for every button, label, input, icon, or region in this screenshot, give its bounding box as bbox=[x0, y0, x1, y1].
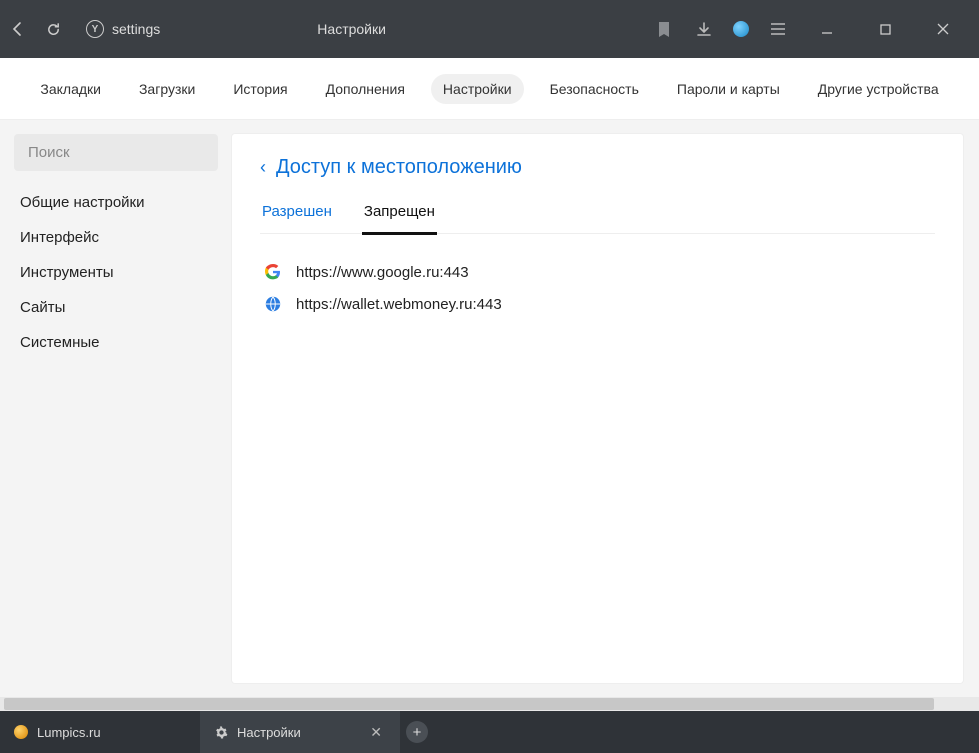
nav-addons[interactable]: Дополнения bbox=[314, 74, 417, 104]
horizontal-scrollbar[interactable] bbox=[0, 697, 979, 711]
search-input[interactable]: Поиск bbox=[14, 134, 218, 171]
site-row[interactable]: https://www.google.ru:443 bbox=[260, 256, 935, 288]
content-title: Доступ к местоположению bbox=[276, 156, 522, 179]
nav-settings[interactable]: Настройки bbox=[431, 74, 524, 104]
nav-bookmarks[interactable]: Закладки bbox=[28, 74, 113, 104]
minimize-button[interactable] bbox=[807, 14, 847, 44]
site-url: https://wallet.webmoney.ru:443 bbox=[296, 296, 502, 313]
google-icon bbox=[264, 263, 282, 281]
sidebar-item-system[interactable]: Системные bbox=[14, 325, 218, 360]
sidebar-item-sites[interactable]: Сайты bbox=[14, 290, 218, 325]
browser-tab[interactable]: Настройки ✕ bbox=[200, 711, 400, 753]
title-bar: Y settings Настройки bbox=[0, 0, 979, 58]
titlebar-right-controls bbox=[653, 14, 969, 44]
tab-blocked[interactable]: Запрещен bbox=[362, 197, 437, 235]
profile-avatar[interactable] bbox=[733, 21, 749, 37]
favicon-icon bbox=[14, 725, 28, 739]
page-title: Настройки bbox=[50, 21, 653, 37]
site-row[interactable]: https://wallet.webmoney.ru:443 bbox=[260, 288, 935, 320]
scrollbar-thumb[interactable] bbox=[4, 698, 934, 710]
back-to-parent[interactable]: ‹ Доступ к местоположению bbox=[260, 156, 935, 179]
sidebar-item-tools[interactable]: Инструменты bbox=[14, 255, 218, 290]
sidebar-item-general[interactable]: Общие настройки bbox=[14, 185, 218, 220]
permission-tabs: Разрешен Запрещен bbox=[260, 197, 935, 234]
main-area: Поиск Общие настройки Интерфейс Инструме… bbox=[0, 120, 979, 697]
close-button[interactable] bbox=[923, 14, 963, 44]
bookmark-icon[interactable] bbox=[653, 18, 675, 40]
globe-icon bbox=[264, 295, 282, 313]
nav-other-devices[interactable]: Другие устройства bbox=[806, 74, 951, 104]
new-tab-area: + bbox=[400, 711, 434, 753]
nav-passwords[interactable]: Пароли и карты bbox=[665, 74, 792, 104]
nav-downloads[interactable]: Загрузки bbox=[127, 74, 207, 104]
gear-icon bbox=[214, 725, 228, 739]
maximize-button[interactable] bbox=[865, 14, 905, 44]
tab-label: Lumpics.ru bbox=[37, 725, 101, 740]
browser-tab[interactable]: Lumpics.ru bbox=[0, 711, 200, 753]
menu-icon[interactable] bbox=[767, 18, 789, 40]
tab-close-icon[interactable]: ✕ bbox=[366, 722, 386, 743]
tab-label: Настройки bbox=[237, 725, 301, 740]
sidebar-item-interface[interactable]: Интерфейс bbox=[14, 220, 218, 255]
new-tab-button[interactable]: + bbox=[406, 721, 428, 743]
settings-top-nav: Закладки Загрузки История Дополнения Нас… bbox=[0, 58, 979, 120]
nav-history[interactable]: История bbox=[221, 74, 299, 104]
nav-security[interactable]: Безопасность bbox=[538, 74, 651, 104]
content-panel: ‹ Доступ к местоположению Разрешен Запре… bbox=[232, 134, 963, 683]
back-button[interactable] bbox=[10, 21, 46, 37]
chevron-left-icon: ‹ bbox=[260, 157, 266, 178]
settings-sidebar: Поиск Общие настройки Интерфейс Инструме… bbox=[0, 120, 218, 697]
downloads-icon[interactable] bbox=[693, 18, 715, 40]
browser-tab-bar: Lumpics.ru Настройки ✕ + bbox=[0, 711, 979, 753]
site-url: https://www.google.ru:443 bbox=[296, 264, 469, 281]
tab-allowed[interactable]: Разрешен bbox=[260, 197, 334, 233]
